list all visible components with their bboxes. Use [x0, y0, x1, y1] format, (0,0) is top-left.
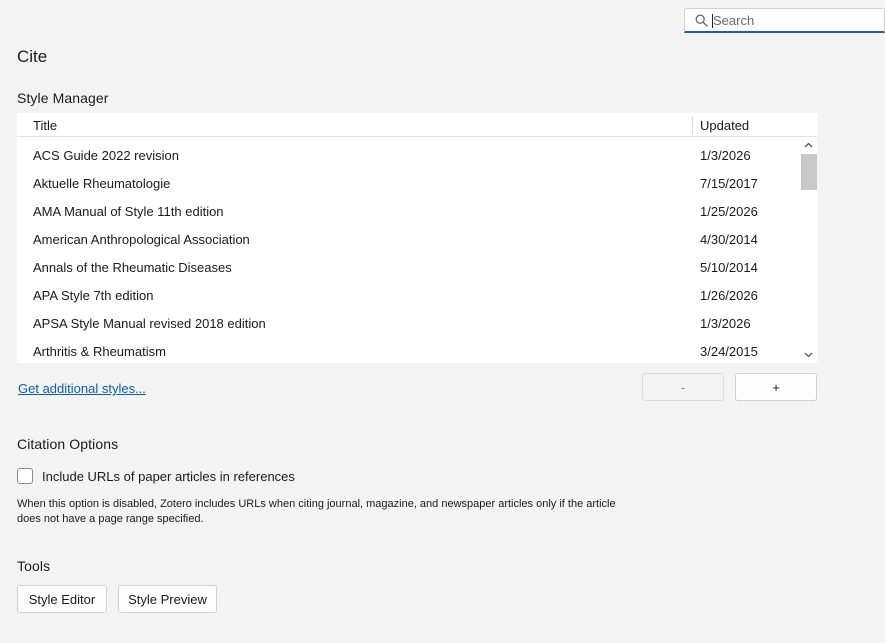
vertical-scrollbar[interactable]: [800, 137, 817, 363]
row-title: Annals of the Rheumatic Diseases: [33, 260, 232, 275]
row-updated: 1/3/2026: [700, 316, 751, 331]
row-updated: 1/25/2026: [700, 204, 758, 219]
citation-options-heading: Citation Options: [17, 436, 119, 452]
table-header: Title Updated: [17, 113, 817, 137]
row-title: APA Style 7th edition: [33, 288, 154, 303]
row-title: American Anthropological Association: [33, 232, 250, 247]
table-row[interactable]: AMA Manual of Style 11th edition 1/25/20…: [17, 197, 800, 225]
table-row[interactable]: Aktuelle Rheumatologie 7/15/2017: [17, 169, 800, 197]
style-preview-button[interactable]: Style Preview: [118, 585, 217, 613]
style-editor-button[interactable]: Style Editor: [17, 585, 107, 613]
table-row[interactable]: American Anthropological Association 4/3…: [17, 225, 800, 253]
include-urls-description: When this option is disabled, Zotero inc…: [17, 498, 616, 525]
search-icon: [695, 14, 708, 27]
table-row[interactable]: APA Style 7th edition 1/26/2026: [17, 281, 800, 309]
tools-heading: Tools: [17, 558, 51, 574]
chevron-up-icon: [804, 142, 813, 148]
row-updated: 1/3/2026: [700, 148, 751, 163]
row-title: APSA Style Manual revised 2018 edition: [33, 316, 266, 331]
column-header-title[interactable]: Title: [33, 118, 57, 133]
table-body: ACS Guide 2022 revision 1/3/2026 Aktuell…: [17, 141, 800, 363]
column-divider[interactable]: [692, 117, 693, 134]
table-row[interactable]: APSA Style Manual revised 2018 edition 1…: [17, 309, 800, 337]
scroll-thumb[interactable]: [801, 154, 817, 190]
row-title: ACS Guide 2022 revision: [33, 148, 179, 163]
style-manager-heading: Style Manager: [17, 90, 109, 106]
scroll-up-button[interactable]: [800, 138, 817, 152]
remove-style-button[interactable]: -: [642, 373, 724, 401]
add-style-button[interactable]: +: [735, 373, 817, 401]
row-updated: 7/15/2017: [700, 176, 758, 191]
search-box[interactable]: [684, 8, 885, 33]
row-updated: 3/24/2015: [700, 344, 758, 359]
scroll-down-button[interactable]: [800, 348, 817, 362]
chevron-down-icon: [804, 352, 813, 358]
row-updated: 5/10/2014: [700, 260, 758, 275]
table-row[interactable]: Annals of the Rheumatic Diseases 5/10/20…: [17, 253, 800, 281]
row-title: AMA Manual of Style 11th edition: [33, 204, 224, 219]
include-urls-option[interactable]: Include URLs of paper articles in refere…: [17, 468, 295, 484]
row-updated: 1/26/2026: [700, 288, 758, 303]
text-caret: [712, 14, 713, 28]
get-additional-styles-link[interactable]: Get additional styles...: [18, 381, 146, 396]
pane-title: Cite: [17, 47, 48, 66]
row-updated: 4/30/2014: [700, 232, 758, 247]
styles-table[interactable]: Title Updated ACS Guide 2022 revision 1/…: [17, 113, 817, 363]
column-header-updated[interactable]: Updated: [700, 118, 749, 133]
table-row[interactable]: ACS Guide 2022 revision 1/3/2026: [17, 141, 800, 169]
include-urls-checkbox[interactable]: [17, 468, 33, 484]
include-urls-label[interactable]: Include URLs of paper articles in refere…: [42, 469, 295, 484]
table-row[interactable]: Arthritis & Rheumatism 3/24/2015: [17, 337, 800, 363]
row-title: Aktuelle Rheumatologie: [33, 176, 171, 191]
row-title: Arthritis & Rheumatism: [33, 344, 166, 359]
search-input[interactable]: [713, 12, 873, 28]
